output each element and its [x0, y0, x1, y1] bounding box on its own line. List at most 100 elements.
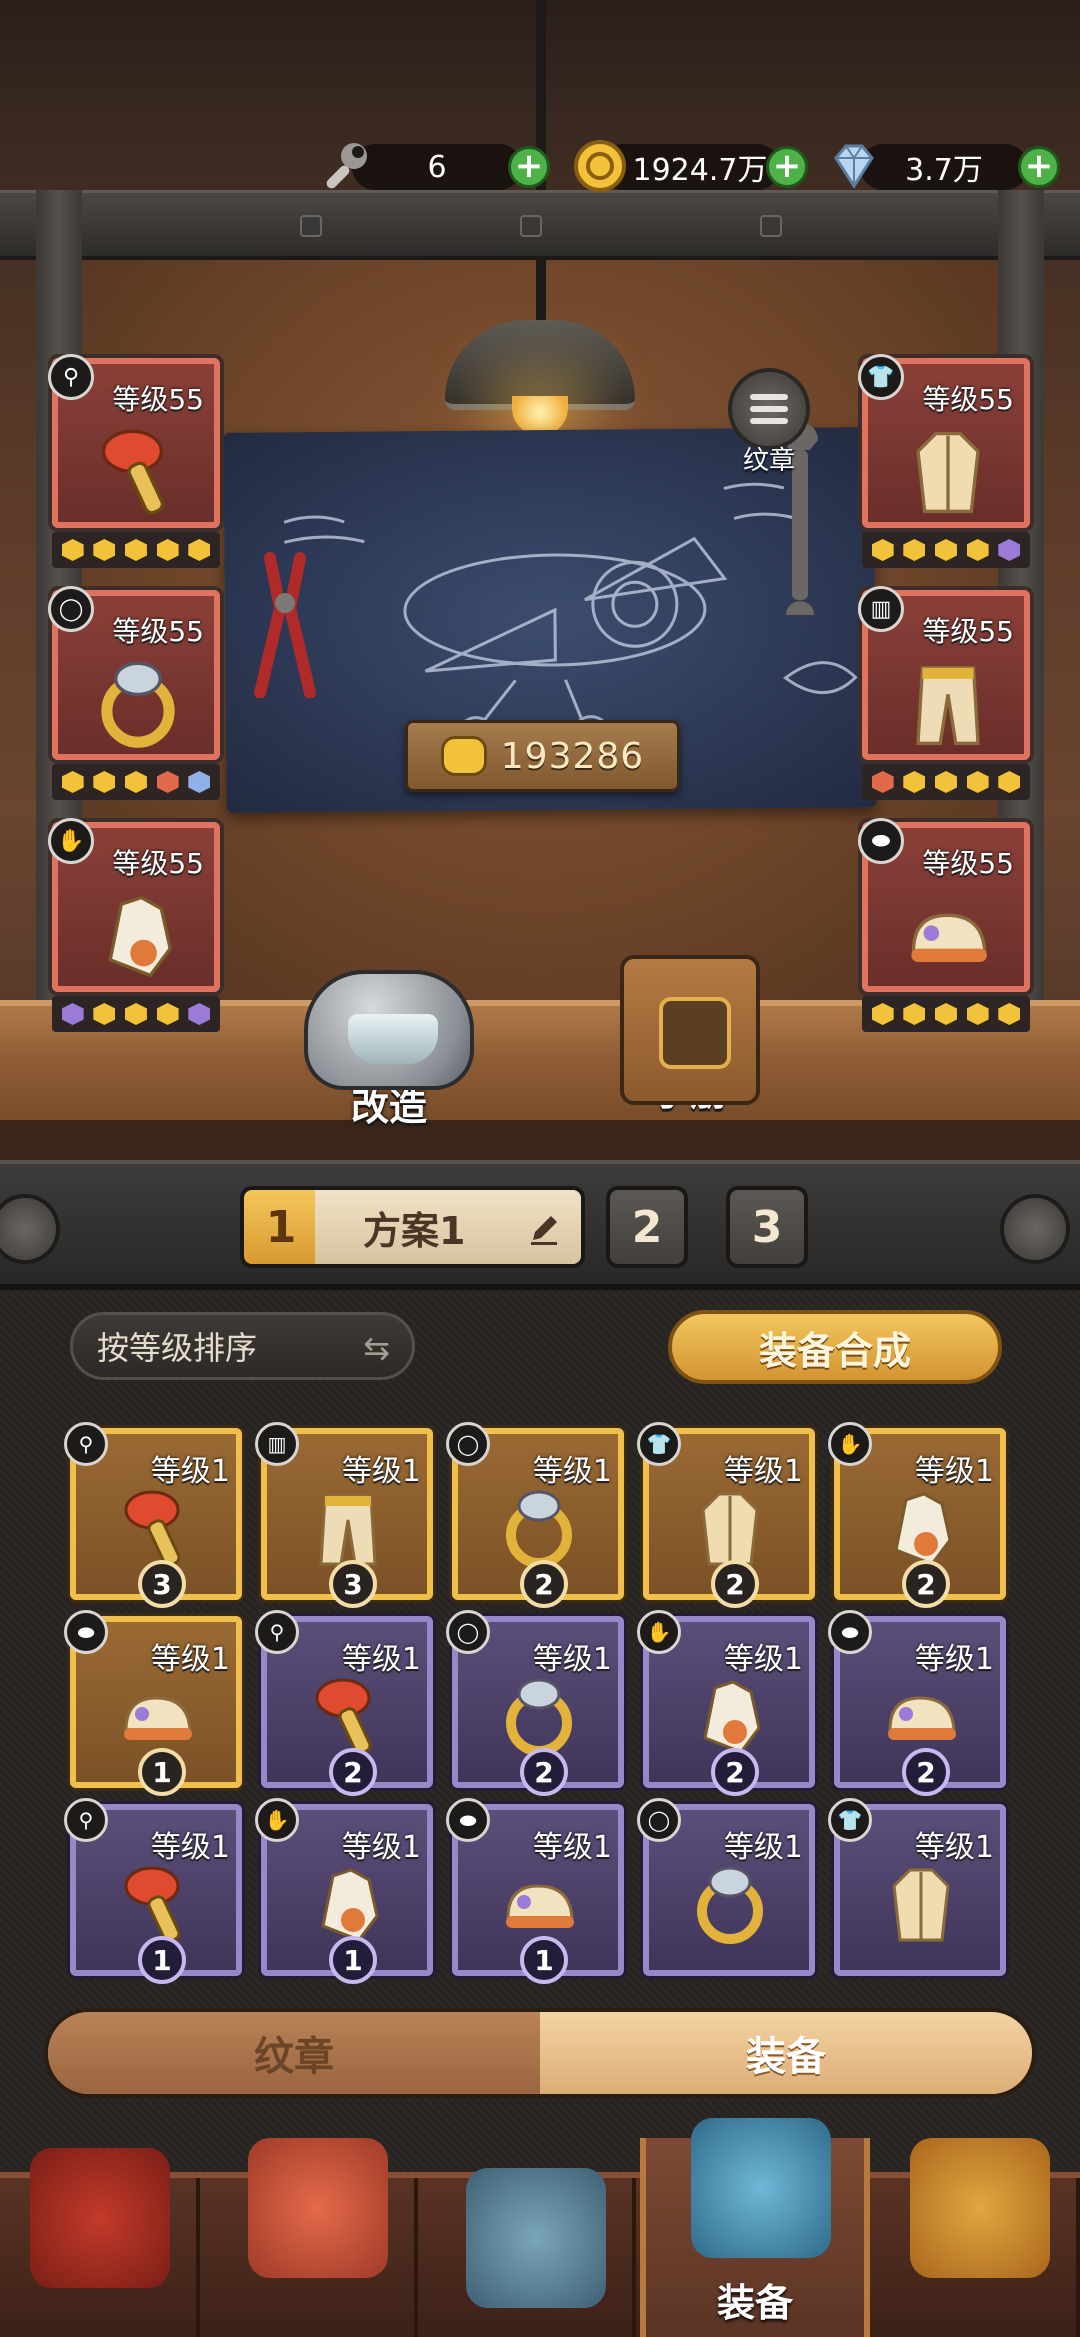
gem-icon	[93, 1003, 116, 1025]
badge-button[interactable]: 纹章	[724, 368, 814, 478]
add-gold-button[interactable]: +	[766, 146, 808, 188]
plan-tab-1[interactable]: 1	[240, 1186, 322, 1268]
gem-icon	[188, 771, 211, 793]
add-diamond-button[interactable]: +	[1018, 146, 1060, 188]
equipment-card: ⚲ 等级55	[48, 354, 220, 528]
inventory-item-jacket[interactable]: 👕 等级1 2	[637, 1422, 815, 1608]
inventory-item-ring[interactable]: ◯ 等级1 2	[446, 1610, 624, 1796]
nav-item-shop[interactable]	[218, 2138, 418, 2337]
gem-icon	[188, 1003, 211, 1025]
sort-label: 按等级排序	[97, 1329, 258, 1367]
book-icon	[620, 955, 760, 1105]
key-type-icon: ⚲	[48, 354, 94, 400]
sort-by-level-button[interactable]: 按等级排序 ⇆	[70, 1312, 415, 1380]
gem-icon	[124, 771, 147, 793]
nav-item-battle[interactable]	[436, 2168, 636, 2337]
shoes-icon	[112, 1668, 202, 1758]
equipped-slot-right-jacket[interactable]: 👕 等级55	[858, 354, 1030, 568]
gem-sockets	[862, 996, 1030, 1032]
item-count: 3	[138, 1560, 186, 1608]
key-type-icon: ⚲	[255, 1610, 299, 1654]
inventory-item-glove[interactable]: ✋ 等级1 2	[828, 1422, 1006, 1608]
key-icon	[88, 418, 188, 518]
equipment-level: 等级55	[922, 847, 1014, 880]
plan-tab-3[interactable]: 3	[726, 1186, 808, 1268]
manual-button[interactable]: 手册	[620, 955, 760, 1116]
equipped-slot-left-ring[interactable]: ◯ 等级55	[48, 586, 220, 800]
pants-type-icon: ▥	[255, 1422, 299, 1466]
equipment-card: ⬬ 等级55	[858, 818, 1030, 992]
gem-icon	[934, 771, 957, 793]
tab-equipment[interactable]: 装备	[540, 2012, 1032, 2094]
ring-type-icon: ◯	[446, 1422, 490, 1466]
item-count: 2	[711, 1560, 759, 1608]
equipment-card: ▥ 等级55	[858, 586, 1030, 760]
inventory-item-glove[interactable]: ✋ 等级1 1	[255, 1798, 433, 1984]
inventory-item-ring[interactable]: ◯ 等级1 2	[446, 1422, 624, 1608]
equipped-slot-left-glove[interactable]: ✋ 等级55	[48, 818, 220, 1032]
nav-item-collection[interactable]	[880, 2138, 1080, 2337]
gem-icon	[903, 1003, 926, 1025]
ring-icon	[88, 650, 188, 750]
gem-icon	[966, 771, 989, 793]
glove-type-icon: ✋	[255, 1798, 299, 1842]
plan-selector-bar: 1 方案1 2 3	[0, 1160, 1080, 1290]
gem-icon	[124, 539, 147, 561]
wrench-count: 6	[352, 144, 522, 190]
pants-icon	[303, 1480, 393, 1570]
gem-sockets	[862, 764, 1030, 800]
inventory-item-glove[interactable]: ✋ 等级1 2	[637, 1610, 815, 1796]
gem-icon	[903, 771, 926, 793]
item-count: 1	[138, 1748, 186, 1796]
item-count: 1	[520, 1936, 568, 1984]
shop-bag-icon	[248, 2138, 388, 2278]
pants-icon	[898, 650, 998, 750]
goggles-helmet-icon	[691, 2118, 831, 2258]
inventory-item-shoes[interactable]: ⬬ 等级1 1	[446, 1798, 624, 1984]
gem-icon	[61, 771, 84, 793]
nav-item-equipment[interactable]: 装备	[640, 2118, 870, 2337]
inventory-item-pants[interactable]: ▥ 等级1 3	[255, 1422, 433, 1608]
inventory-item-key[interactable]: ⚲ 等级1 1	[64, 1798, 242, 1984]
edit-pencil-icon[interactable]	[527, 1212, 561, 1246]
equipment-synthesis-button[interactable]: 装备合成	[668, 1310, 1002, 1384]
key-icon	[112, 1480, 202, 1570]
add-wrench-button[interactable]: +	[508, 146, 550, 188]
equipped-slot-right-shoes[interactable]: ⬬ 等级55	[858, 818, 1030, 1032]
jacket-icon	[898, 418, 998, 518]
item-count: 1	[138, 1936, 186, 1984]
inventory-item-shoes[interactable]: ⬬ 等级1 1	[64, 1610, 242, 1796]
plan-name-field[interactable]: 方案1	[315, 1186, 585, 1268]
equipped-slot-left-key[interactable]: ⚲ 等级55	[48, 354, 220, 568]
item-count: 2	[902, 1560, 950, 1608]
inventory-item-key[interactable]: ⚲ 等级1 2	[255, 1610, 433, 1796]
gem-icon	[871, 771, 894, 793]
equipped-slot-right-pants[interactable]: ▥ 等级55	[858, 586, 1030, 800]
gem-icon	[934, 1003, 957, 1025]
inventory-item-jacket[interactable]: 👕 等级1	[828, 1798, 1006, 1976]
inventory-item-key[interactable]: ⚲ 等级1 3	[64, 1422, 242, 1608]
gem-icon	[871, 539, 894, 561]
inventory-item-shoes[interactable]: ⬬ 等级1 2	[828, 1610, 1006, 1796]
gem-icon	[61, 1003, 84, 1025]
gem-icon	[903, 539, 926, 561]
gem-icon	[61, 539, 84, 561]
equipment-level: 等级55	[922, 615, 1014, 648]
equipment-card: ✋ 等级55	[48, 818, 220, 992]
ring-type-icon: ◯	[637, 1798, 681, 1842]
gem-icon	[998, 1003, 1021, 1025]
plan-tab-2[interactable]: 2	[606, 1186, 688, 1268]
item-count: 2	[329, 1748, 377, 1796]
remodel-button[interactable]: 改造	[304, 970, 474, 1131]
item-count: 3	[329, 1560, 377, 1608]
nav-item-rewards[interactable]	[0, 2148, 200, 2337]
tab-badges[interactable]: 纹章	[48, 2012, 540, 2094]
plan-name: 方案1	[363, 1208, 466, 1253]
ring-icon	[685, 1856, 775, 1946]
inventory-item-ring[interactable]: ◯ 等级1	[637, 1798, 815, 1976]
gem-icon	[871, 1003, 894, 1025]
jacket-icon	[876, 1856, 966, 1946]
glove-type-icon: ✋	[828, 1422, 872, 1466]
gem-icon	[998, 771, 1021, 793]
category-toggle: 纹章 装备	[44, 2008, 1036, 2098]
